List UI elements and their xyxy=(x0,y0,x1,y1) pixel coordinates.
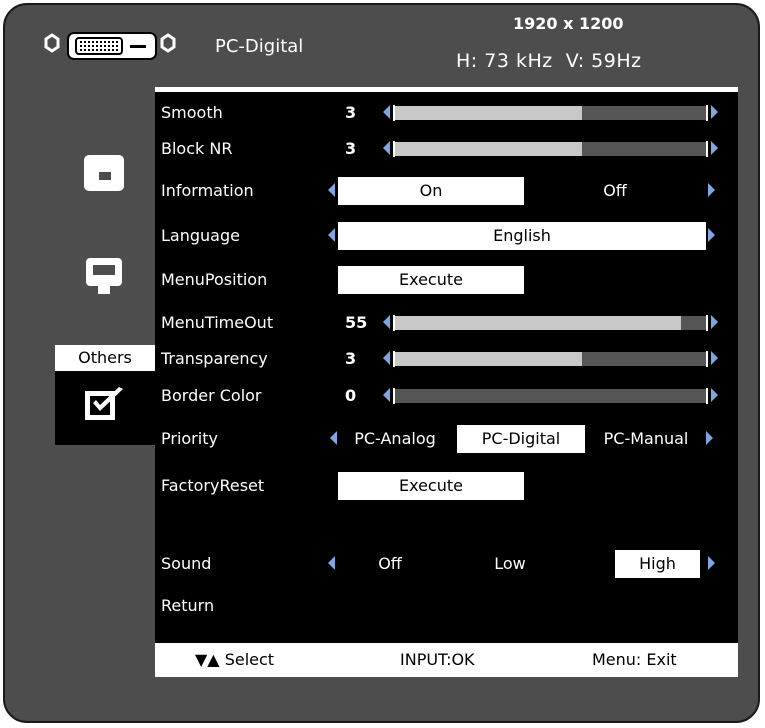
monitor-small-icon[interactable] xyxy=(84,155,124,191)
arrow-right-icon[interactable] xyxy=(708,183,715,197)
option-low[interactable]: Low xyxy=(480,550,540,578)
menu-row-priority[interactable]: Priority PC-Analog PC-Digital PC-Manual xyxy=(155,421,738,457)
arrow-left-icon[interactable] xyxy=(328,228,335,242)
menu-row-block-nr[interactable]: Block NR 3 xyxy=(155,131,738,167)
menu-label: Transparency xyxy=(161,349,268,368)
arrow-right-icon[interactable] xyxy=(706,431,713,445)
input-source-label: PC-Digital xyxy=(215,36,304,57)
menu-value: 55 xyxy=(345,313,368,332)
select-hint: ▼▲ Select xyxy=(195,650,275,669)
arrow-right-icon[interactable] xyxy=(711,388,718,402)
footer-hint-bar: ▼▲ Select INPUT:OK Menu: Exit xyxy=(155,643,738,677)
menu-row-menu-position[interactable]: MenuPosition Execute xyxy=(155,262,738,298)
transparency-slider[interactable] xyxy=(393,351,708,367)
menu-panel: Smooth 3 Block NR 3 Information On Off L… xyxy=(155,87,738,677)
menu-timeout-slider[interactable] xyxy=(393,315,708,331)
block-nr-slider[interactable] xyxy=(393,141,708,157)
menu-position-execute-button[interactable]: Execute xyxy=(338,266,524,294)
menu-label: Block NR xyxy=(161,139,233,158)
monitor-icon[interactable] xyxy=(86,258,122,294)
arrow-right-icon[interactable] xyxy=(708,228,715,242)
menu-label: Priority xyxy=(161,429,218,448)
option-off[interactable]: Off xyxy=(360,550,420,578)
arrow-right-icon[interactable] xyxy=(711,105,718,119)
menu-row-return[interactable]: Return xyxy=(155,588,738,624)
ok-hint: INPUT:OK xyxy=(400,650,475,669)
menu-label: MenuPosition xyxy=(161,270,268,289)
menu-label: Border Color xyxy=(161,386,262,405)
arrow-right-icon[interactable] xyxy=(708,556,715,570)
arrow-left-icon[interactable] xyxy=(383,388,390,402)
language-value[interactable]: English xyxy=(338,222,706,250)
sidebar-item-label: Others xyxy=(55,345,155,371)
menu-row-smooth[interactable]: Smooth 3 xyxy=(155,95,738,131)
menu-value: 0 xyxy=(345,386,357,405)
arrow-right-icon[interactable] xyxy=(711,351,718,365)
panel-top-bar xyxy=(155,87,738,92)
arrow-right-icon[interactable] xyxy=(711,141,718,155)
menu-label: FactoryReset xyxy=(161,476,265,495)
menu-row-language[interactable]: Language English xyxy=(155,218,738,254)
arrow-left-icon[interactable] xyxy=(383,105,390,119)
input-connector-icon xyxy=(38,31,178,63)
menu-label: Sound xyxy=(161,554,212,573)
frequency-readout: H: 73 kHz V: 59Hz xyxy=(456,50,642,72)
menu-value: 3 xyxy=(345,139,357,158)
arrow-left-icon[interactable] xyxy=(383,141,390,155)
factory-reset-execute-button[interactable]: Execute xyxy=(338,472,524,500)
menu-row-factory-reset[interactable]: FactoryReset Execute xyxy=(155,468,738,504)
arrow-left-icon[interactable] xyxy=(383,315,390,329)
menu-row-menu-timeout[interactable]: MenuTimeOut 55 xyxy=(155,305,738,341)
menu-row-transparency[interactable]: Transparency 3 xyxy=(155,341,738,377)
menu-label: MenuTimeOut xyxy=(161,313,274,332)
arrow-left-icon[interactable] xyxy=(328,556,335,570)
menu-label: Return xyxy=(161,596,215,615)
menu-label: Smooth xyxy=(161,103,223,122)
option-high[interactable]: High xyxy=(615,550,700,578)
arrow-left-icon[interactable] xyxy=(328,183,335,197)
checkbox-icon xyxy=(83,387,127,423)
menu-label: Information xyxy=(161,181,254,200)
border-color-slider[interactable] xyxy=(393,388,708,404)
smooth-slider[interactable] xyxy=(393,105,708,121)
menu-row-information[interactable]: Information On Off xyxy=(155,173,738,209)
arrow-left-icon[interactable] xyxy=(383,351,390,365)
exit-hint: Menu: Exit xyxy=(592,650,677,669)
arrow-right-icon[interactable] xyxy=(711,315,718,329)
option-pc-manual[interactable]: PC-Manual xyxy=(591,425,701,453)
option-on[interactable]: On xyxy=(338,177,524,205)
menu-row-sound[interactable]: Sound Off Low High xyxy=(155,546,738,582)
option-pc-digital[interactable]: PC-Digital xyxy=(457,425,585,453)
option-pc-analog[interactable]: PC-Analog xyxy=(340,425,450,453)
menu-value: 3 xyxy=(345,349,357,368)
menu-label: Language xyxy=(161,226,240,245)
arrow-left-icon[interactable] xyxy=(330,431,337,445)
option-off[interactable]: Off xyxy=(530,177,700,205)
menu-value: 3 xyxy=(345,103,357,122)
resolution-readout: 1920 x 1200 xyxy=(513,14,624,33)
menu-row-border-color[interactable]: Border Color 0 xyxy=(155,378,738,414)
